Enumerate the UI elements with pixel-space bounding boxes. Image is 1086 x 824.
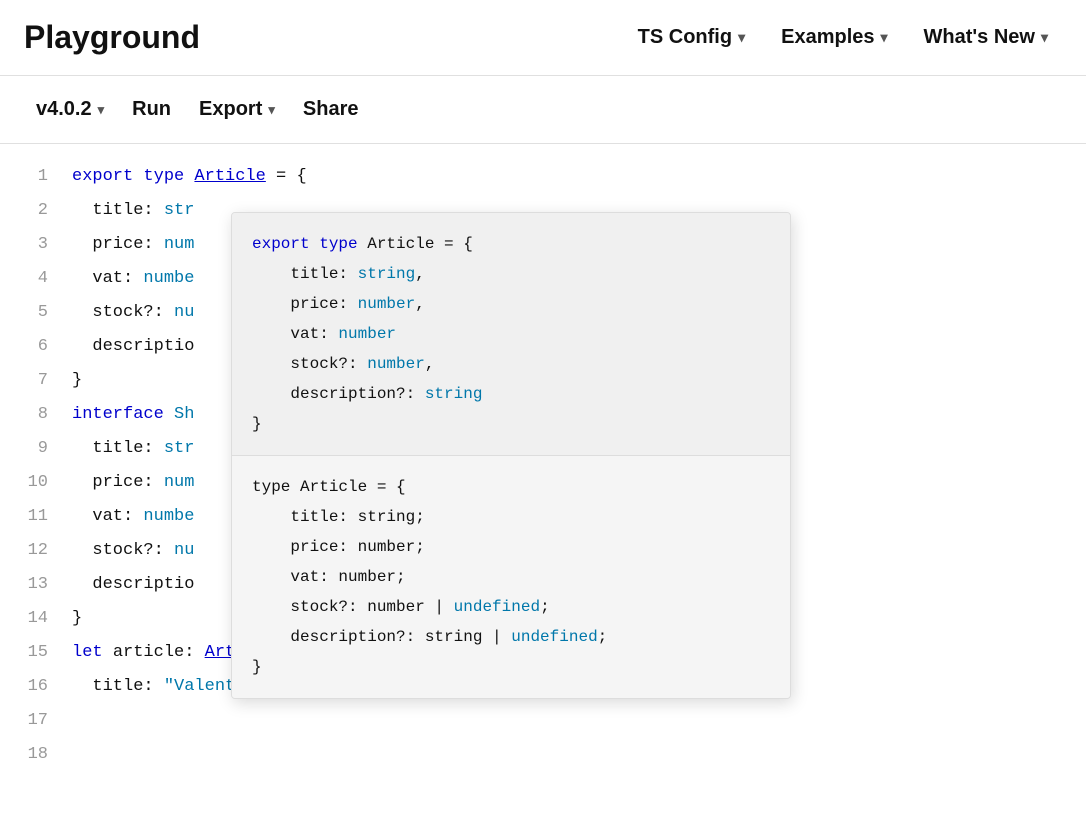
tooltip-s2-line-2: title: string; [252,502,770,532]
line-num-16: 16 [16,670,48,704]
export-button[interactable]: Export ▾ [187,90,287,129]
top-nav: Playground TS Config ▾ Examples ▾ What's… [0,0,1086,76]
tooltip-section-2: type Article = { title: string; price: n… [232,456,790,698]
tooltip-s1-line-1: export type Article = { [252,229,770,259]
tooltip-section-1: export type Article = { title: string, p… [232,213,790,456]
share-label: Share [303,98,359,121]
line-num-10: 10 [16,466,48,500]
line-num-4: 4 [16,262,48,296]
code-content[interactable]: export type Article = { title: str price… [56,144,1086,824]
examples-chevron-icon: ▾ [881,29,888,46]
tsconfig-button[interactable]: TS Config ▾ [624,18,759,57]
whats-new-chevron-icon: ▾ [1041,29,1048,46]
line-num-9: 9 [16,432,48,466]
line-numbers: 1 2 3 4 5 6 7 8 9 10 11 12 13 14 15 16 1… [0,144,56,824]
line-num-2: 2 [16,194,48,228]
tooltip-s1-line-3: price: number, [252,289,770,319]
line-num-8: 8 [16,398,48,432]
line-num-17: 17 [16,704,48,738]
tooltip-s1-line-7: } [252,409,770,439]
line-num-13: 13 [16,568,48,602]
line-num-7: 7 [16,364,48,398]
version-chevron-icon: ▾ [98,102,105,118]
tooltip-s2-line-1: type Article = { [252,472,770,502]
tsconfig-label: TS Config [638,26,732,49]
tooltip-s2-line-6: description?: string | undefined; [252,622,770,652]
app-title: Playground [24,19,200,56]
editor-area: 1 2 3 4 5 6 7 8 9 10 11 12 13 14 15 16 1… [0,144,1086,824]
code-line-1: export type Article = { [72,160,1086,194]
line-num-5: 5 [16,296,48,330]
version-label: v4.0.2 [36,98,92,121]
tooltip-s2-line-3: price: number; [252,532,770,562]
tooltip-s1-line-4: vat: number [252,319,770,349]
export-label: Export [199,98,262,121]
line-num-18: 18 [16,738,48,772]
line-num-6: 6 [16,330,48,364]
line-num-12: 12 [16,534,48,568]
run-button[interactable]: Run [120,90,183,129]
toolbar: v4.0.2 ▾ Run Export ▾ Share [0,76,1086,144]
line-num-14: 14 [16,602,48,636]
examples-label: Examples [781,26,874,49]
tsconfig-chevron-icon: ▾ [738,29,745,46]
examples-button[interactable]: Examples ▾ [767,18,901,57]
line-num-3: 3 [16,228,48,262]
tooltip-popup: export type Article = { title: string, p… [231,212,791,699]
tooltip-s2-line-7: } [252,652,770,682]
run-label: Run [132,98,171,121]
tooltip-s2-line-5: stock?: number | undefined; [252,592,770,622]
version-button[interactable]: v4.0.2 ▾ [24,90,116,129]
whats-new-button[interactable]: What's New ▾ [910,18,1062,57]
line-num-1: 1 [16,160,48,194]
tooltip-s2-line-4: vat: number; [252,562,770,592]
line-num-11: 11 [16,500,48,534]
export-chevron-icon: ▾ [268,102,275,118]
line-num-15: 15 [16,636,48,670]
tooltip-s1-line-5: stock?: number, [252,349,770,379]
tooltip-s1-line-2: title: string, [252,259,770,289]
nav-right: TS Config ▾ Examples ▾ What's New ▾ [624,18,1062,57]
tooltip-s1-line-6: description?: string [252,379,770,409]
whats-new-label: What's New [924,26,1035,49]
share-button[interactable]: Share [291,90,371,129]
